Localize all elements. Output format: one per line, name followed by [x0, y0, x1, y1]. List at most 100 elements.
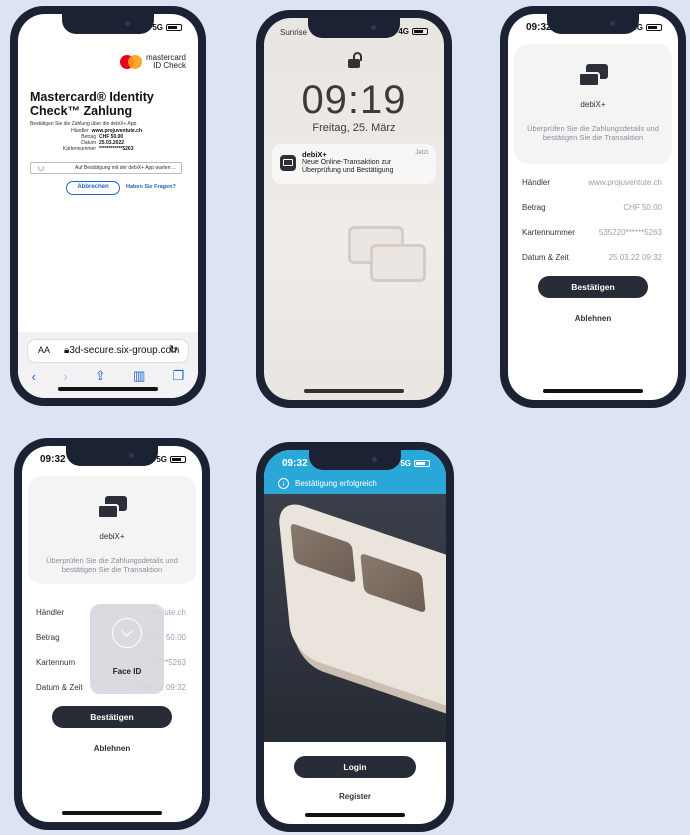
- face-id-label: Face ID: [112, 667, 142, 676]
- notch: [66, 446, 158, 466]
- status-time: 09:32: [40, 454, 66, 465]
- network-label: 5G: [400, 459, 411, 468]
- url-value: 3d-secure.six-group.com: [69, 345, 180, 356]
- address-bar[interactable]: AA 🔒︎3d-secure.six-group.com ↻: [28, 340, 188, 362]
- help-link[interactable]: Haben Sie Fragen?: [126, 184, 176, 190]
- detail-value: ************5263: [99, 146, 134, 152]
- confirm-button[interactable]: Bestätigen: [538, 276, 648, 298]
- detail-value: CHF 50.00: [623, 203, 662, 212]
- mastercard-logo: mastercard ID Check: [119, 54, 186, 70]
- cancel-button[interactable]: Abbrechen: [66, 181, 120, 195]
- battery-icon: [170, 456, 186, 463]
- detail-key: Kartennummer: [522, 228, 575, 237]
- transaction-card: debiX+ Überprüfen Sie die Zahlungsdetail…: [514, 44, 672, 164]
- detail-row: Datum & Zeit 25.03.22 09:32: [522, 253, 662, 278]
- hero-illustration: [264, 494, 446, 742]
- debix-app-icon: [280, 155, 296, 171]
- battery-icon: [646, 24, 662, 31]
- network-label: 5G: [156, 455, 167, 464]
- detail-key: Kartennum: [36, 658, 76, 667]
- reader-button[interactable]: AA: [38, 345, 50, 355]
- transaction-details: Händler www.projuventute.ch Betrag CHF 50.…: [522, 178, 662, 278]
- battery-icon: [414, 460, 430, 467]
- waiting-text: Auf Bestätigung mit der debiX+ App warte…: [75, 165, 177, 171]
- decline-button[interactable]: Ablehnen: [22, 744, 202, 753]
- screen: 09:32 5G i Bestätigung erfolgreich Login…: [264, 450, 446, 824]
- battery-icon: [412, 28, 428, 35]
- decline-button[interactable]: Ablehnen: [508, 314, 678, 323]
- phone-debix-confirm: 09:32 5G debiX+ Überprüfen Sie die Zahlu…: [500, 6, 686, 408]
- detail-key: Kartennummer: [62, 146, 96, 152]
- detail-key: Datum & Zeit: [522, 253, 569, 262]
- login-button[interactable]: Login: [294, 756, 416, 778]
- phone-debix-success: 09:32 5G i Bestätigung erfolgreich Login…: [256, 442, 454, 832]
- browser-toolbar: ‹ › ⇪ ▥ ❐: [18, 366, 198, 386]
- unlock-icon: [348, 52, 362, 68]
- notch: [547, 14, 639, 34]
- status-time: 09:32: [282, 458, 308, 469]
- share-icon[interactable]: ⇪: [95, 368, 106, 384]
- screen: 09:32 5G debiX+ Überprüfen Sie die Zahlu…: [22, 446, 202, 822]
- detail-key: Händler: [522, 178, 551, 187]
- battery-icon: [166, 24, 182, 31]
- page-title: Mastercard® Identity Check™ Zahlung: [30, 90, 154, 118]
- app-name: debiX+: [99, 532, 125, 541]
- notch: [308, 18, 400, 38]
- detail-value: www.projuventute.ch: [588, 178, 662, 187]
- review-prompt: Überprüfen Sie die Zahlungsdetails und b…: [527, 124, 659, 142]
- spinner-icon: [38, 165, 44, 171]
- description: Bestätigen Sie die Zahlung über die debi…: [30, 121, 138, 127]
- detail-row: Händler www.projuventute.ch: [522, 178, 662, 203]
- notification-time: Jetzt: [415, 150, 428, 156]
- success-message: i Bestätigung erfolgreich: [278, 478, 377, 489]
- notch: [309, 450, 401, 470]
- app-name: debiX+: [580, 100, 606, 109]
- home-indicator[interactable]: [305, 813, 405, 817]
- network-label: 5G: [152, 23, 163, 32]
- waiting-box: Auf Bestätigung mit der debiX+ App warte…: [30, 162, 182, 174]
- lock-date: Freitag, 25. März: [312, 122, 396, 134]
- payment-details: Händler www.projuventute.ch Betrag CHF 50.…: [30, 128, 142, 152]
- back-icon[interactable]: ‹: [32, 369, 36, 384]
- home-indicator[interactable]: [304, 389, 404, 393]
- screen: Sunrise 4G 09:19 Freitag, 25. März debiX…: [264, 18, 444, 400]
- detail-key: Betrag: [36, 633, 60, 642]
- network-label: 4G: [398, 27, 409, 36]
- confirm-button[interactable]: Bestätigen: [52, 706, 172, 728]
- screen: 09:32 5G debiX+ Überprüfen Sie die Zahlu…: [508, 14, 678, 400]
- detail-row: Kartennummer 535220******5263: [522, 228, 662, 253]
- tabs-icon[interactable]: ❐: [173, 368, 185, 384]
- forward-icon[interactable]: ›: [63, 369, 67, 384]
- home-indicator[interactable]: [58, 387, 158, 391]
- reload-icon[interactable]: ↻: [169, 343, 178, 356]
- cards-wallpaper-icon: [348, 226, 428, 286]
- detail-key: Datum & Zeit: [36, 683, 83, 692]
- face-id-overlay: Face ID: [90, 604, 164, 694]
- url-text: 🔒︎3d-secure.six-group.com: [64, 345, 179, 356]
- screen: 5G mastercard ID Check Mastercard® Identi…: [18, 14, 198, 398]
- push-notification[interactable]: debiX+ Neue Online-Transaktion zur Überp…: [272, 144, 436, 184]
- notch: [62, 14, 154, 34]
- debix-app-icon: [578, 64, 608, 88]
- brand-line2: ID Check: [153, 61, 186, 70]
- bookmarks-icon[interactable]: ▥: [133, 368, 145, 384]
- home-indicator[interactable]: [543, 389, 643, 393]
- success-text: Bestätigung erfolgreich: [295, 479, 377, 488]
- phone-debix-face-id: 09:32 5G debiX+ Überprüfen Sie die Zahlu…: [14, 438, 210, 830]
- phone-browser-3d-secure: 5G mastercard ID Check Mastercard® Identi…: [10, 6, 206, 406]
- lock-clock: 09:19: [301, 78, 407, 122]
- detail-value: 535220******5263: [598, 228, 662, 237]
- register-button[interactable]: Register: [264, 792, 446, 801]
- transaction-card: debiX+ Überprüfen Sie die Zahlungsdetail…: [28, 476, 196, 584]
- phone-lock-screen: Sunrise 4G 09:19 Freitag, 25. März debiX…: [256, 10, 452, 408]
- notification-message: Neue Online-Transaktion zur Überprüfung …: [302, 159, 394, 174]
- debix-app-icon: [97, 496, 127, 520]
- detail-key: Betrag: [522, 203, 546, 212]
- home-indicator[interactable]: [62, 811, 162, 815]
- detail-key: Händler: [36, 608, 65, 617]
- review-prompt: Überprüfen Sie die Zahlungsdetails und b…: [46, 556, 178, 574]
- detail-row: Betrag CHF 50.00: [522, 203, 662, 228]
- face-id-icon: [112, 618, 142, 648]
- detail-value: 25.03.22 09:32: [608, 253, 662, 262]
- info-icon: i: [278, 478, 289, 489]
